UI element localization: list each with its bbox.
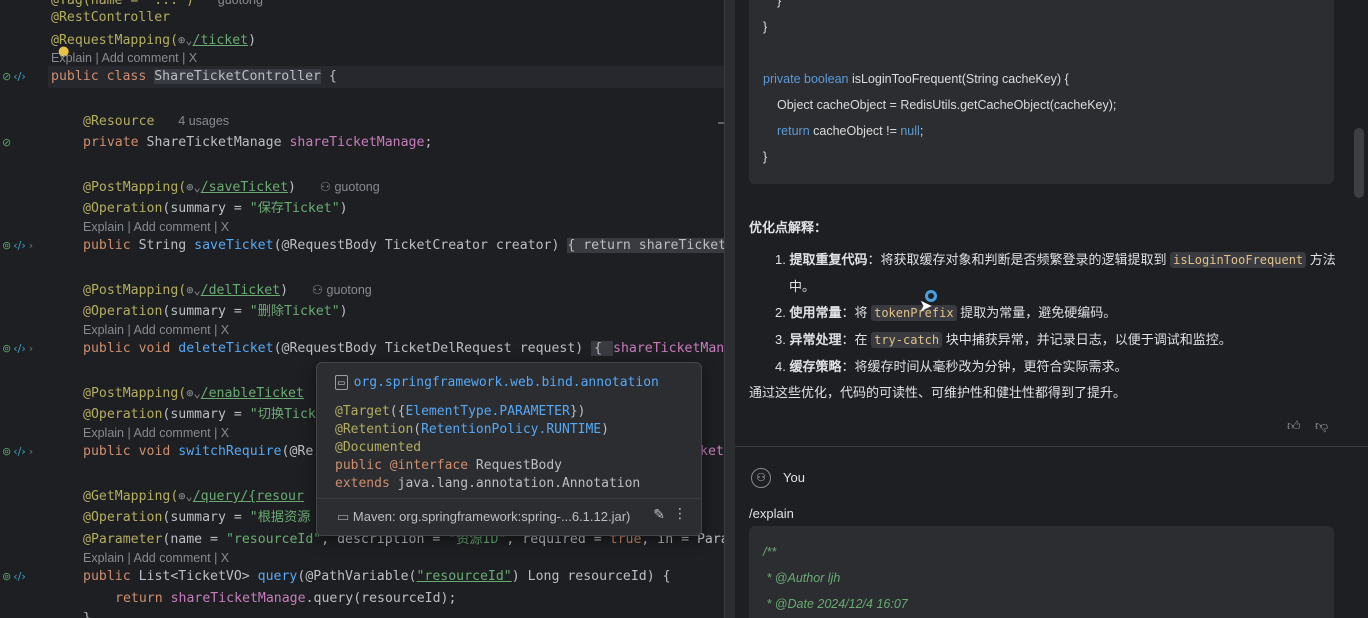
endpoint-icon-query[interactable]: ⊚ ‹/› (2, 570, 26, 583)
code-line-query-method: public List<TicketVO> query(@PathVariabl… (83, 569, 671, 584)
summary-text: 通过这些优化，代码的可读性、可维护性和健壮性都得到了提升。 (749, 385, 1127, 400)
ai-hint-switch[interactable]: Explain | Add comment | X (83, 425, 229, 441)
edit-source-icon[interactable]: ✎ (653, 507, 665, 523)
list-item: 1. 提取重复代码：将获取缓存对象和判断是否频繁登录的逻辑提取到 isLogin… (775, 252, 1336, 268)
message-divider (735, 446, 1368, 447)
code-line-restcontroller: @RestController (51, 10, 171, 25)
ai-hint-query[interactable]: Explain | Add comment | X (83, 550, 229, 566)
list-item: 4. 缓存策略：将缓存时间从毫秒改为分钟，更符合实际需求。 (775, 359, 1128, 374)
code-line-switch-tail: ket (700, 444, 724, 459)
code1-line: Object cacheObject = RedisUtils.getCache… (777, 98, 1117, 112)
code-line-closing: } (83, 609, 91, 618)
popup-footer: ▭ Maven: org.springframework:spring-...6… (317, 498, 701, 535)
globe-icon[interactable]: ⊕⌄ (178, 33, 192, 47)
panel-splitter[interactable] (724, 0, 735, 618)
globe-icon[interactable]: ⊕⌄ (186, 386, 200, 400)
list-item: 2. 使用常量：将 tokenPrefix 提取为常量，避免硬编码。 (775, 305, 1117, 321)
thumbs-down-icon[interactable]: 👎︎ (1315, 418, 1328, 434)
ai-hint-class[interactable]: Explain | Add comment | X (51, 50, 197, 66)
ai-chat-panel: } } private boolean isLoginTooFrequent(S… (735, 0, 1368, 618)
code-line-postmapping-save: @PostMapping(⊕⌄/saveTicket) ⚇ guotong (83, 180, 380, 195)
more-options-icon[interactable]: ⋮ (673, 506, 687, 522)
bean-injection-icon[interactable]: ⊘ (2, 136, 11, 149)
code-block-2: /** * @Author ljh * @Date 2024/12/4 16:0… (749, 526, 1334, 618)
user-avatar-icon: ⚇ (751, 468, 771, 488)
code-line-operation-query: @Operation(summary = "根据资源 (83, 510, 311, 525)
code-line-operation-save: @Operation(summary = "保存Ticket") (83, 201, 348, 216)
code1-line: } (777, 0, 782, 8)
code-editor[interactable]: ⊘ ‹/› ⊘ ⊚ ‹/› › ⊚ ‹/› › ⊚ ‹/› › ⊚ ‹/› @Tag(name … (0, 0, 724, 618)
user-command: /explain (749, 506, 794, 521)
code-line-save-method: public String saveTicket(@RequestBody Ti… (83, 236, 724, 256)
bean-run-icon[interactable]: ⊘ ‹/› (2, 70, 26, 83)
globe-icon[interactable]: ⊕⌄ (186, 283, 200, 297)
quick-documentation-popup[interactable]: ▭ org.springframework.web.bind.annotation… (316, 362, 702, 536)
code1-line: } (763, 150, 768, 164)
package-icon: ▭ (335, 375, 348, 390)
editor-gutter: ⊘ ‹/› ⊘ ⊚ ‹/› › ⊚ ‹/› › ⊚ ‹/› › ⊚ ‹/› (0, 0, 48, 618)
code-line-postmapping-enable: @PostMapping(⊕⌄/enableTicket (83, 386, 304, 401)
list-item-continued: 中。 (789, 279, 816, 294)
code2-line: /** (763, 545, 777, 559)
globe-icon[interactable]: ⊕⌄ (186, 180, 200, 194)
thumbs-up-icon[interactable]: 👍︎ (1287, 418, 1301, 434)
globe-icon[interactable]: ⊕⌄ (178, 489, 192, 503)
endpoint-icon-delete[interactable]: ⊚ ‹/› › (2, 342, 33, 355)
code-line-resource: @Resource 4 usages (83, 114, 230, 129)
code-line-switch-method: public void switchRequire(@Re (83, 444, 314, 459)
code-line-class: public class ShareTicketController { (51, 69, 337, 84)
code-block-1: } } private boolean isLoginTooFrequent(S… (749, 0, 1334, 184)
code-line-field: private ShareTicketManage shareTicketMan… (83, 135, 433, 150)
annotation-declaration: @Target({ElementType.PARAMETER}) @Retent… (335, 404, 641, 491)
package-name[interactable]: ▭ org.springframework.web.bind.annotation (335, 375, 659, 390)
code-line-requestmapping: @RequestMapping(⊕⌄/ticket) (51, 33, 257, 48)
library-icon: ▭ (337, 509, 350, 524)
maven-source: ▭ Maven: org.springframework:spring-...6… (337, 509, 631, 524)
code2-line: * @Date 2024/12/4 16:07 (763, 597, 908, 611)
ai-hint-del[interactable]: Explain | Add comment | X (83, 322, 229, 338)
code-line-getmapping: @GetMapping(⊕⌄/query/{resour (83, 489, 304, 504)
code-line-return: return shareTicketManage.query(resourceI… (115, 591, 457, 606)
code1-line: return cacheObject != null; (777, 124, 924, 138)
code1-line: } (763, 20, 768, 34)
code-line-postmapping-del: @PostMapping(⊕⌄/delTicket) ⚇ guotong (83, 283, 372, 298)
code-line-operation-enable: @Operation(summary = "切换Tick (83, 407, 316, 422)
code-line-operation-del: @Operation(summary = "删除Ticket") (83, 304, 348, 319)
ai-hint-save[interactable]: Explain | Add comment | X (83, 219, 229, 235)
code2-line: * @Author ljh (763, 571, 841, 585)
section-title: 优化点解释： (749, 220, 828, 235)
chat-scrollbar[interactable] (1354, 128, 1364, 198)
user-name: You (783, 470, 805, 485)
mouse-pointer-icon: ➤ (919, 296, 933, 315)
list-item: 3. 异常处理：在 try-catch 块中捕获异常，并记录日志，以便于调试和监… (775, 332, 1232, 348)
endpoint-icon-switch[interactable]: ⊚ ‹/› › (2, 445, 33, 458)
endpoint-icon-save[interactable]: ⊚ ‹/› › (2, 239, 33, 252)
code1-line: private boolean isLoginTooFrequent(Strin… (763, 72, 1069, 86)
code-line-del-method: public void deleteTicket(@RequestBody Ti… (83, 341, 724, 356)
